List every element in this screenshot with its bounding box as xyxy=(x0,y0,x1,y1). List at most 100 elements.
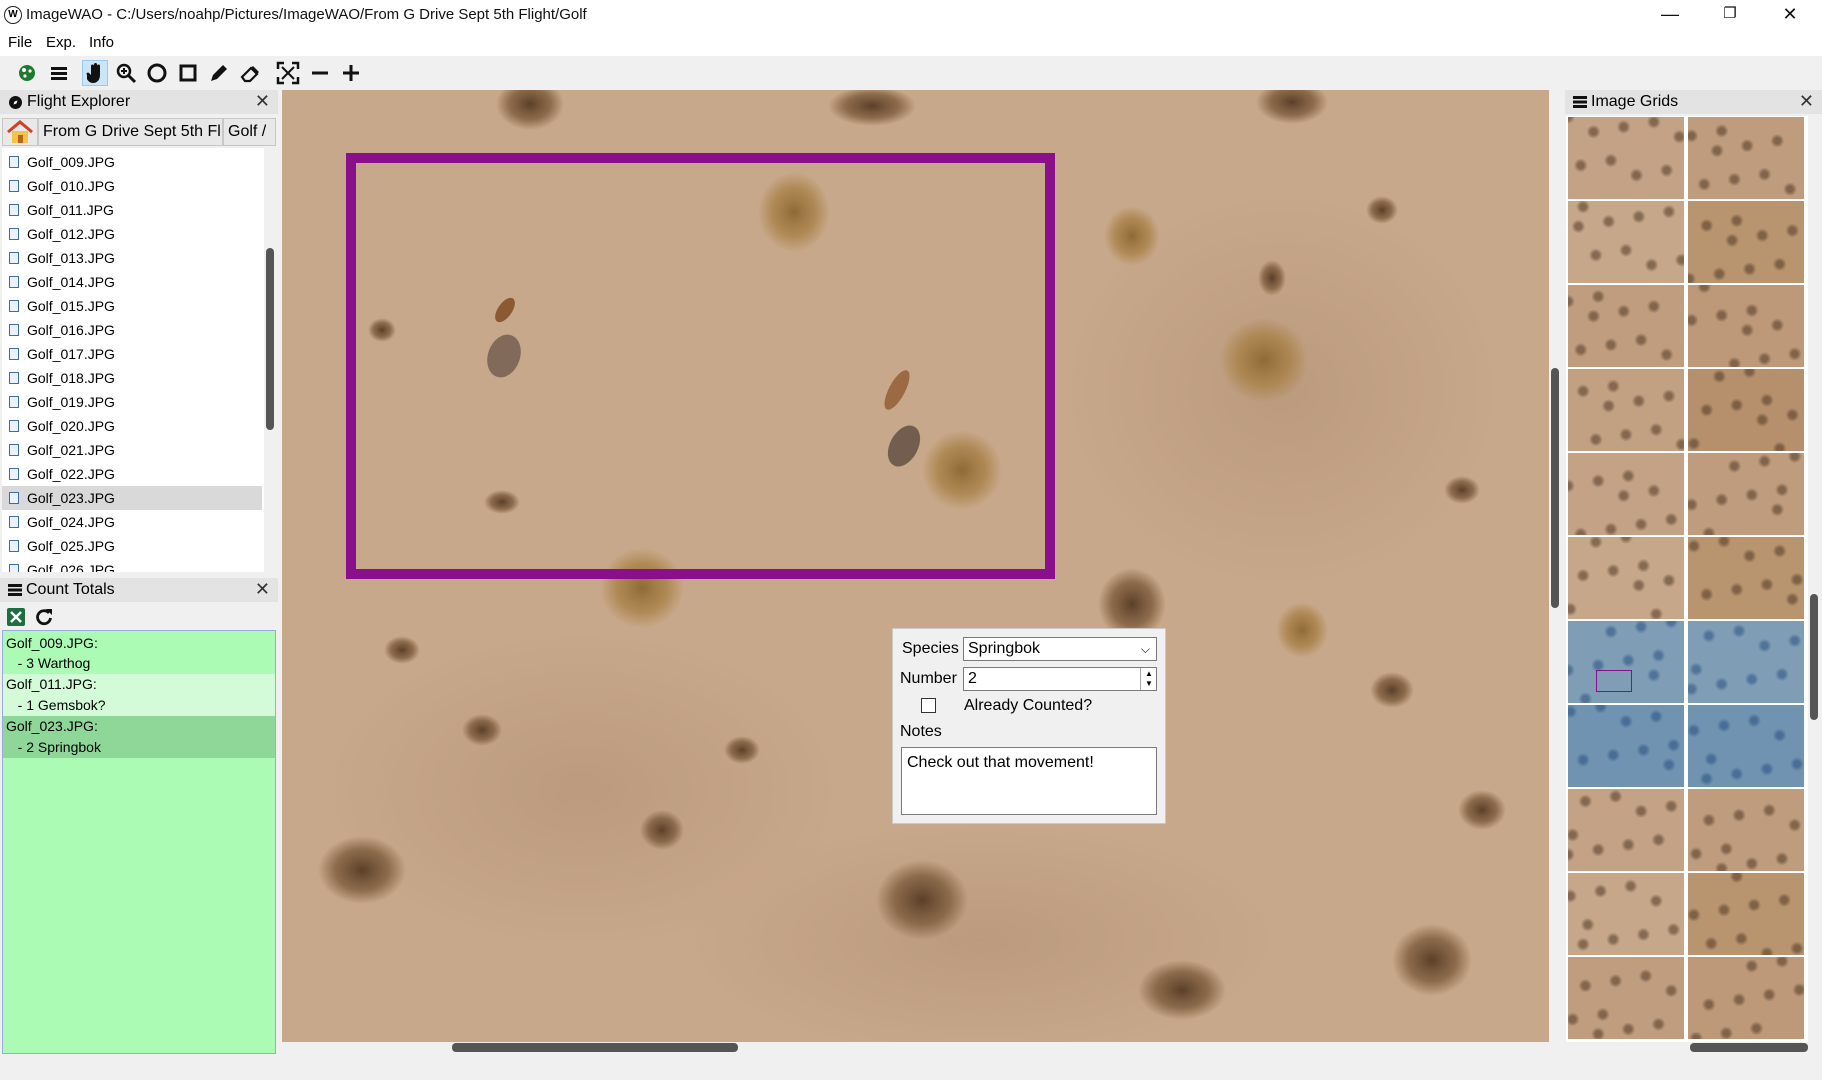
file-list-item[interactable]: Golf_011.JPG xyxy=(2,198,262,222)
image-viewer[interactable] xyxy=(282,90,1549,1042)
rectangle-icon[interactable] xyxy=(175,60,201,86)
count-row-golf-011[interactable]: Golf_011.JPG: xyxy=(3,674,275,695)
already-counted-checkbox[interactable] xyxy=(921,698,936,713)
file-list-item[interactable]: Golf_022.JPG xyxy=(2,462,262,486)
image-file-icon xyxy=(9,276,19,288)
file-list-item[interactable]: Golf_018.JPG xyxy=(2,366,262,390)
image-grid-horizontal-scroll-thumb[interactable] xyxy=(1690,1043,1808,1052)
file-list-scroll-thumb[interactable] xyxy=(266,248,274,430)
menu-file[interactable]: File xyxy=(8,34,32,51)
image-grid-thumbnail[interactable] xyxy=(1688,789,1804,871)
breadcrumb-folder[interactable]: From G Drive Sept 5th Fl xyxy=(38,118,223,146)
file-name: Golf_018.JPG xyxy=(27,370,115,386)
eraser-icon[interactable] xyxy=(237,60,263,86)
file-name: Golf_017.JPG xyxy=(27,346,115,362)
image-grid-scroll-thumb[interactable] xyxy=(1810,594,1818,720)
viewer-horizontal-scroll-thumb[interactable] xyxy=(452,1043,738,1052)
image-grid-thumbnail[interactable] xyxy=(1688,285,1804,367)
image-grid-thumbnail[interactable] xyxy=(1688,117,1804,199)
fit-icon[interactable] xyxy=(275,60,301,86)
zoom-out-icon[interactable] xyxy=(307,60,333,86)
image-grid-thumbnail[interactable] xyxy=(1568,873,1684,955)
layers-icon[interactable] xyxy=(46,60,72,86)
image-grid-thumbnail[interactable] xyxy=(1568,537,1684,619)
close-icon[interactable]: ✕ xyxy=(1799,91,1814,112)
excel-export-icon[interactable] xyxy=(6,607,26,631)
notes-textarea[interactable]: Check out that movement! xyxy=(901,747,1157,815)
aerial-image[interactable] xyxy=(282,90,1549,1042)
count-row-gemsbok[interactable]: - 1 Gemsbok? xyxy=(3,695,275,716)
menu-exp[interactable]: Exp. xyxy=(46,34,76,51)
close-button[interactable]: ✕ xyxy=(1760,0,1820,30)
species-select[interactable]: Springbok ⌵ xyxy=(963,637,1157,661)
hand-icon[interactable] xyxy=(82,60,108,86)
zoom-icon[interactable] xyxy=(113,60,139,86)
image-grid-thumbnail[interactable] xyxy=(1688,621,1804,703)
image-grid-thumbnail[interactable] xyxy=(1688,957,1804,1039)
image-file-icon xyxy=(9,180,19,192)
image-grid-thumbnail[interactable] xyxy=(1688,201,1804,283)
close-icon[interactable]: ✕ xyxy=(255,91,270,112)
spin-up-icon[interactable]: ▲ xyxy=(1145,669,1153,679)
image-grid-thumbnail[interactable] xyxy=(1688,873,1804,955)
pencil-icon[interactable] xyxy=(206,60,232,86)
image-grid-thumbnail[interactable] xyxy=(1568,789,1684,871)
file-list-item[interactable]: Golf_010.JPG xyxy=(2,174,262,198)
file-list-item[interactable]: Golf_014.JPG xyxy=(2,270,262,294)
count-row-warthog[interactable]: - 3 Warthog xyxy=(3,653,275,674)
zoom-in-icon[interactable] xyxy=(338,60,364,86)
minimize-button[interactable]: — xyxy=(1640,0,1700,30)
image-grid-thumbnail[interactable] xyxy=(1688,453,1804,535)
image-grid-thumbnail[interactable] xyxy=(1568,705,1684,787)
status-bar xyxy=(0,1056,1822,1080)
count-row-springbok[interactable]: - 2 Springbok xyxy=(3,737,275,758)
file-list-item[interactable]: Golf_025.JPG xyxy=(2,534,262,558)
grid-annotation-marker xyxy=(1596,670,1632,692)
file-list-item[interactable]: Golf_015.JPG xyxy=(2,294,262,318)
image-grid-thumbnail[interactable] xyxy=(1688,369,1804,451)
image-grid-thumbnail[interactable] xyxy=(1688,537,1804,619)
file-name: Golf_021.JPG xyxy=(27,442,115,458)
home-button[interactable] xyxy=(2,118,38,146)
file-list-item[interactable]: Golf_013.JPG xyxy=(2,246,262,270)
file-name: Golf_014.JPG xyxy=(27,274,115,290)
file-list-item[interactable]: Golf_021.JPG xyxy=(2,438,262,462)
image-grid-thumbnail[interactable] xyxy=(1568,117,1684,199)
image-grid-thumbnail[interactable] xyxy=(1568,957,1684,1039)
number-label: Number xyxy=(900,670,957,687)
image-grid-thumbnail[interactable] xyxy=(1568,369,1684,451)
image-grid-thumbnail[interactable] xyxy=(1688,705,1804,787)
count-row-golf-009[interactable]: Golf_009.JPG: xyxy=(3,633,275,654)
count-row-golf-023[interactable]: Golf_023.JPG: xyxy=(3,716,275,737)
file-name: Golf_022.JPG xyxy=(27,466,115,482)
close-icon[interactable]: ✕ xyxy=(255,579,270,600)
image-grid-thumbnail[interactable] xyxy=(1568,453,1684,535)
file-list-item[interactable]: Golf_020.JPG xyxy=(2,414,262,438)
ellipse-icon[interactable] xyxy=(144,60,170,86)
number-input[interactable]: 2 xyxy=(963,667,1157,691)
file-list-item[interactable]: Golf_009.JPG xyxy=(2,150,262,174)
file-list-item[interactable]: Golf_012.JPG xyxy=(2,222,262,246)
file-list-item[interactable]: Golf_017.JPG xyxy=(2,342,262,366)
file-name: Golf_012.JPG xyxy=(27,226,115,242)
image-grid-thumbnail[interactable] xyxy=(1568,201,1684,283)
count-totals-header: Count Totals ✕ xyxy=(0,578,278,602)
file-list-item[interactable]: Golf_023.JPG xyxy=(2,486,262,510)
refresh-icon[interactable] xyxy=(34,607,54,631)
menu-bar xyxy=(0,30,1822,56)
file-list-item[interactable]: Golf_019.JPG xyxy=(2,390,262,414)
file-list-item[interactable]: Golf_024.JPG xyxy=(2,510,262,534)
image-grid-scrollbar[interactable] xyxy=(1808,116,1820,1042)
image-grid-thumbnail[interactable] xyxy=(1568,285,1684,367)
spin-down-icon[interactable]: ▼ xyxy=(1145,679,1153,689)
breadcrumb-subfolder[interactable]: Golf / xyxy=(223,118,276,146)
file-list: Golf_009.JPG Golf_010.JPG Golf_011.JPG Golf… xyxy=(2,148,264,572)
number-stepper[interactable]: ▲ ▼ xyxy=(1140,668,1157,690)
menu-info[interactable]: Info xyxy=(89,34,114,51)
viewer-vertical-scroll-thumb[interactable] xyxy=(1551,368,1559,608)
file-list-item[interactable]: Golf_026.JPG xyxy=(2,558,262,572)
file-list-item[interactable]: Golf_016.JPG xyxy=(2,318,262,342)
palette-icon[interactable] xyxy=(14,60,40,86)
maximize-button[interactable]: ❐ xyxy=(1700,0,1760,30)
image-file-icon xyxy=(9,204,19,216)
